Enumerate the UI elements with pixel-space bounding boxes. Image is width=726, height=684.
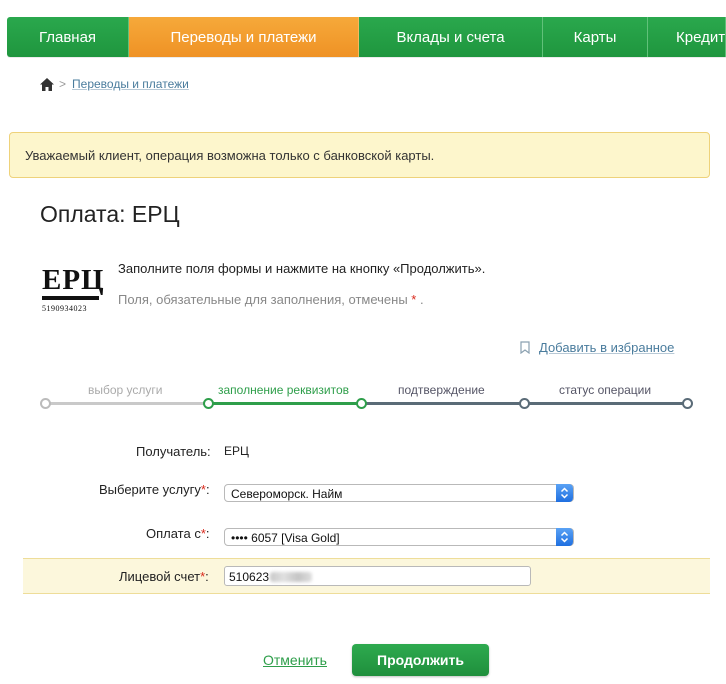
step-dot-3 bbox=[356, 398, 367, 409]
account-input[interactable]: 510623 bbox=[224, 566, 531, 586]
required-note-text: Поля, обязательные для заполнения, отмеч… bbox=[118, 292, 408, 307]
step-dot-2 bbox=[203, 398, 214, 409]
service-label: Выберите услугу*: bbox=[99, 482, 210, 497]
step-line-current bbox=[208, 402, 361, 405]
step-4-label: статус операции bbox=[559, 383, 652, 397]
account-input-value: 510623 bbox=[229, 570, 270, 584]
pay-from-select-value: •••• 6057 [Visa Gold] bbox=[231, 531, 340, 545]
step-dot-1 bbox=[40, 398, 51, 409]
required-note: Поля, обязательные для заполнения, отмеч… bbox=[118, 292, 424, 307]
nav-tab-transfers[interactable]: Переводы и платежи bbox=[129, 17, 359, 57]
step-line-done bbox=[44, 402, 208, 405]
nav-tab-deposits[interactable]: Вклады и счета bbox=[359, 17, 543, 57]
add-favorite[interactable]: Добавить в избранное bbox=[520, 340, 674, 355]
account-redacted-blur bbox=[270, 572, 313, 582]
breadcrumb-link-transfers[interactable]: Переводы и платежи bbox=[72, 77, 189, 91]
breadcrumb: > Переводы и платежи bbox=[40, 77, 189, 91]
account-label: Лицевой счет*: bbox=[119, 569, 209, 584]
notice-banner: Уважаемый клиент, операция возможна толь… bbox=[9, 132, 710, 178]
step-dot-5 bbox=[682, 398, 693, 409]
provider-logo-name: ЕРЦ bbox=[42, 264, 105, 296]
service-label-colon: : bbox=[205, 482, 210, 497]
cancel-link[interactable]: Отменить bbox=[263, 652, 327, 668]
page-title: Оплата: ЕРЦ bbox=[40, 201, 180, 227]
breadcrumb-separator: > bbox=[59, 77, 67, 91]
service-select-value: Североморск. Найм bbox=[231, 487, 343, 501]
required-star: * bbox=[411, 292, 417, 307]
nav-tab-credits[interactable]: Кредиты bbox=[648, 17, 726, 57]
account-label-colon: : bbox=[205, 569, 209, 584]
add-favorite-link[interactable]: Добавить в избранное bbox=[539, 340, 674, 355]
step-dot-4 bbox=[519, 398, 530, 409]
form-instructions: Заполните поля формы и нажмите на кнопку… bbox=[118, 261, 486, 276]
continue-button[interactable]: Продолжить bbox=[352, 644, 489, 676]
nav-tab-home[interactable]: Главная bbox=[7, 17, 129, 57]
bookmark-icon bbox=[520, 341, 530, 354]
step-3-label: подтверждение bbox=[398, 383, 485, 397]
select-arrows-icon[interactable] bbox=[556, 528, 573, 546]
pay-from-label: Оплата с*: bbox=[146, 526, 210, 541]
main-nav: Главная Переводы и платежи Вклады и счет… bbox=[7, 17, 726, 57]
select-arrows-icon[interactable] bbox=[556, 484, 573, 502]
step-2-label: заполнение реквизитов bbox=[218, 383, 350, 397]
recipient-value: ЕРЦ bbox=[224, 444, 249, 458]
pay-from-label-colon: : bbox=[205, 526, 210, 541]
provider-logo: ЕРЦ 5190934023 bbox=[42, 264, 105, 317]
progress-steps: выбор услуги заполнение реквизитов подтв… bbox=[40, 382, 693, 412]
service-select[interactable]: Североморск. Найм bbox=[224, 484, 574, 502]
service-label-text: Выберите услугу bbox=[99, 482, 201, 497]
home-icon[interactable] bbox=[40, 77, 54, 91]
provider-logo-bar bbox=[42, 296, 99, 300]
nav-tab-cards[interactable]: Карты bbox=[543, 17, 648, 57]
provider-logo-code: 5190934023 bbox=[42, 304, 87, 313]
required-note-period: . bbox=[419, 292, 424, 307]
recipient-label: Получатель: bbox=[136, 444, 211, 459]
pay-from-select[interactable]: •••• 6057 [Visa Gold] bbox=[224, 528, 574, 546]
account-label-text: Лицевой счет bbox=[119, 569, 201, 584]
step-1-label: выбор услуги bbox=[88, 383, 163, 397]
pay-from-label-text: Оплата с bbox=[146, 526, 201, 541]
notice-text: Уважаемый клиент, операция возможна толь… bbox=[25, 148, 435, 163]
